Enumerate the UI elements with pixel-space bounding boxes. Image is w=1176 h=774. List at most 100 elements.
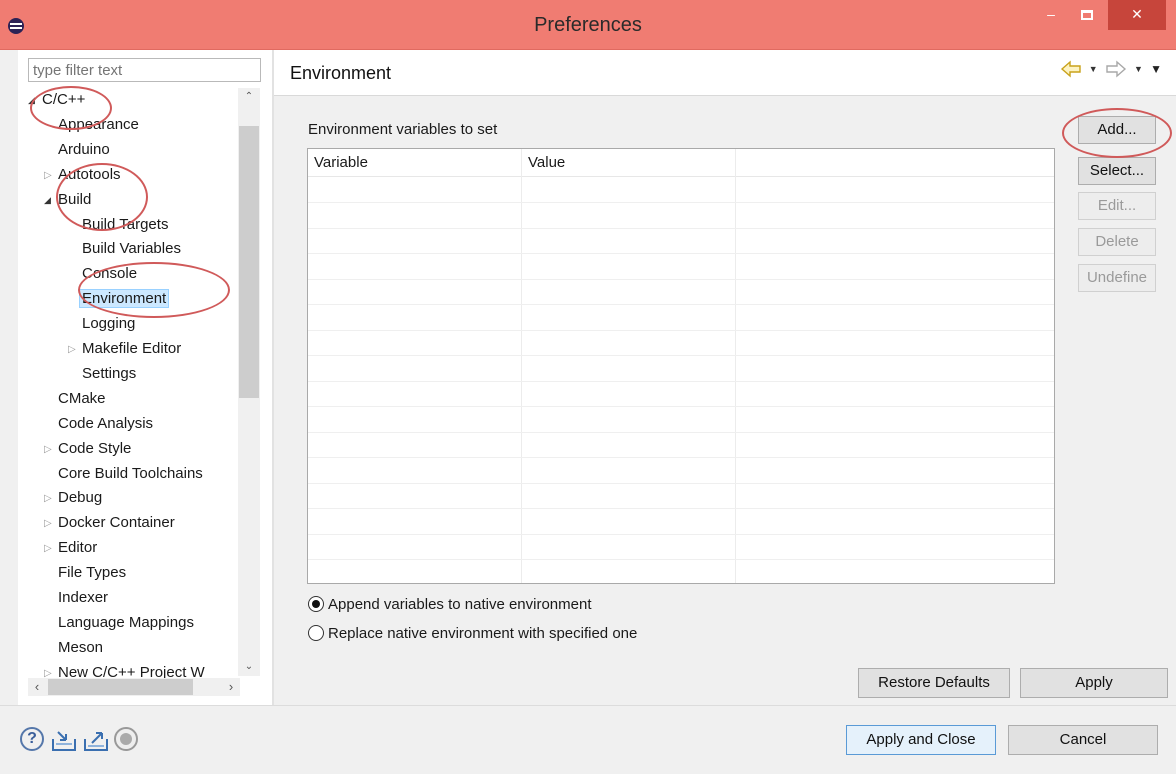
tree-item-label[interactable]: Environment	[79, 289, 170, 309]
tree-item-label[interactable]: Indexer	[58, 589, 108, 606]
delete-button[interactable]: Delete	[1078, 228, 1156, 256]
tree-item-label[interactable]: Debug	[58, 489, 102, 506]
tree-item-label[interactable]: Logging	[82, 315, 135, 332]
collapsed-twisty-icon[interactable]: ▷	[44, 164, 58, 188]
back-history-dropdown-icon[interactable]: ▼	[1089, 64, 1098, 74]
tree-item-label[interactable]: CMake	[58, 390, 106, 407]
tree-vertical-scrollbar[interactable]: ⌃ ⌄	[238, 88, 260, 676]
replace-radio-label[interactable]: Replace native environment with specifie…	[328, 625, 637, 642]
tree-item[interactable]: ▷ Docker Container	[44, 511, 175, 535]
table-row-line	[308, 482, 1054, 484]
tree-item-label[interactable]: Console	[82, 265, 137, 282]
tree-item-label[interactable]: Autotools	[58, 166, 121, 183]
cancel-button[interactable]: Cancel	[1008, 725, 1158, 755]
tree-item[interactable]: Build Targets	[68, 213, 168, 237]
collapsed-twisty-icon[interactable]: ▷	[44, 662, 58, 678]
append-radio-button[interactable]	[308, 596, 324, 612]
append-radio-option[interactable]: Append variables to native environment	[308, 594, 592, 616]
edit-button[interactable]: Edit...	[1078, 192, 1156, 220]
tree-item-label[interactable]: Build Targets	[82, 216, 168, 233]
tree-item-label[interactable]: Makefile Editor	[82, 340, 181, 357]
tree-item-label[interactable]: Core Build Toolchains	[58, 465, 203, 482]
tree-item[interactable]: ▷ Autotools	[44, 163, 121, 187]
tree-item-label[interactable]: Code Style	[58, 440, 131, 457]
expanded-twisty-icon[interactable]: ◢	[28, 88, 42, 112]
tree-item[interactable]: Appearance	[44, 113, 139, 137]
scroll-left-icon[interactable]: ‹	[28, 678, 46, 696]
collapsed-twisty-icon[interactable]: ▷	[44, 487, 58, 511]
table-row-line	[308, 431, 1054, 433]
replace-radio-option[interactable]: Replace native environment with specifie…	[308, 623, 637, 645]
scroll-down-icon[interactable]: ⌄	[238, 658, 260, 676]
tree-item-label[interactable]: Editor	[58, 539, 97, 556]
restore-defaults-button[interactable]: Restore Defaults	[858, 668, 1010, 698]
tree-item[interactable]: Code Analysis	[44, 412, 153, 436]
close-button[interactable]: ✕	[1108, 0, 1166, 30]
tree-item[interactable]: Settings	[68, 362, 136, 386]
tree-item[interactable]: File Types	[44, 561, 126, 585]
forward-arrow-icon[interactable]	[1105, 60, 1127, 78]
column-header-value[interactable]: Value	[528, 154, 565, 171]
tree-item[interactable]: ▷ New C/C++ Project W	[44, 661, 205, 678]
select-button[interactable]: Select...	[1078, 157, 1156, 185]
tree-item[interactable]: Logging	[68, 312, 135, 336]
apply-and-close-button[interactable]: Apply and Close	[846, 725, 996, 755]
import-icon[interactable]	[50, 727, 78, 753]
tree-item-label[interactable]: Docker Container	[58, 514, 175, 531]
tree-item[interactable]: Environment	[68, 287, 170, 311]
forward-history-dropdown-icon[interactable]: ▼	[1134, 64, 1143, 74]
tree-item-label[interactable]: Meson	[58, 639, 103, 656]
tree-item[interactable]: Arduino	[44, 138, 110, 162]
add-button[interactable]: Add...	[1078, 116, 1156, 144]
tree-item-label[interactable]: Code Analysis	[58, 415, 153, 432]
back-arrow-icon[interactable]	[1060, 60, 1082, 78]
scroll-up-icon[interactable]: ⌃	[238, 88, 260, 106]
tree-item[interactable]: ◢ Build	[44, 188, 91, 212]
column-header-variable[interactable]: Variable	[314, 154, 368, 171]
tree-item[interactable]: Language Mappings	[44, 611, 194, 635]
tree-item-label[interactable]: C/C++	[42, 91, 85, 108]
tree-item-label[interactable]: New C/C++ Project W	[58, 664, 205, 678]
tree-item[interactable]: Console	[68, 262, 137, 286]
tree-item-label[interactable]: Settings	[82, 365, 136, 382]
expanded-twisty-icon[interactable]: ◢	[44, 188, 58, 212]
tree-item[interactable]: Core Build Toolchains	[44, 462, 203, 486]
tree-item[interactable]: ▷ Makefile Editor	[68, 337, 181, 361]
tree-item[interactable]: ▷ Code Style	[44, 437, 131, 461]
collapsed-twisty-icon[interactable]: ▷	[68, 338, 82, 362]
scroll-thumb[interactable]	[239, 126, 259, 398]
apply-button[interactable]: Apply	[1020, 668, 1168, 698]
tree-item[interactable]: Meson	[44, 636, 103, 660]
table-row-line	[308, 329, 1054, 331]
export-icon[interactable]	[82, 727, 110, 753]
collapsed-twisty-icon[interactable]: ▷	[44, 512, 58, 536]
replace-radio-button[interactable]	[308, 625, 324, 641]
view-menu-icon[interactable]: ▼	[1150, 62, 1162, 76]
page-header: Environment ▼ ▼ ▼	[274, 50, 1176, 96]
tree-item-label[interactable]: Arduino	[58, 141, 110, 158]
tree-item-label[interactable]: Build	[58, 191, 91, 208]
help-icon[interactable]: ?	[20, 727, 44, 751]
collapsed-twisty-icon[interactable]: ▷	[44, 438, 58, 462]
undefine-button[interactable]: Undefine	[1078, 264, 1156, 292]
tree-item[interactable]: ▷ Editor	[44, 536, 97, 560]
maximize-button[interactable]	[1070, 0, 1104, 30]
tree-item[interactable]: ▷ Debug	[44, 486, 102, 510]
environment-variables-table[interactable]: Variable Value	[307, 148, 1055, 584]
tree-item-label[interactable]: Appearance	[58, 116, 139, 133]
tree-item[interactable]: Build Variables	[68, 237, 181, 261]
tree-item-label[interactable]: Language Mappings	[58, 614, 194, 631]
filter-input[interactable]	[28, 58, 261, 82]
scroll-right-icon[interactable]: ›	[222, 678, 240, 696]
tree-item[interactable]: Indexer	[44, 586, 108, 610]
tree-item[interactable]: ◢ C/C++	[28, 88, 85, 112]
tree-horizontal-scrollbar[interactable]: ‹ ›	[28, 678, 240, 696]
tree-item-label[interactable]: Build Variables	[82, 240, 181, 257]
tree-item-label[interactable]: File Types	[58, 564, 126, 581]
collapsed-twisty-icon[interactable]: ▷	[44, 537, 58, 561]
minimize-button[interactable]: ‒	[1036, 0, 1066, 30]
record-icon[interactable]	[114, 727, 138, 751]
hscroll-thumb[interactable]	[48, 679, 193, 695]
tree-item[interactable]: CMake	[44, 387, 106, 411]
append-radio-label[interactable]: Append variables to native environment	[328, 596, 592, 613]
